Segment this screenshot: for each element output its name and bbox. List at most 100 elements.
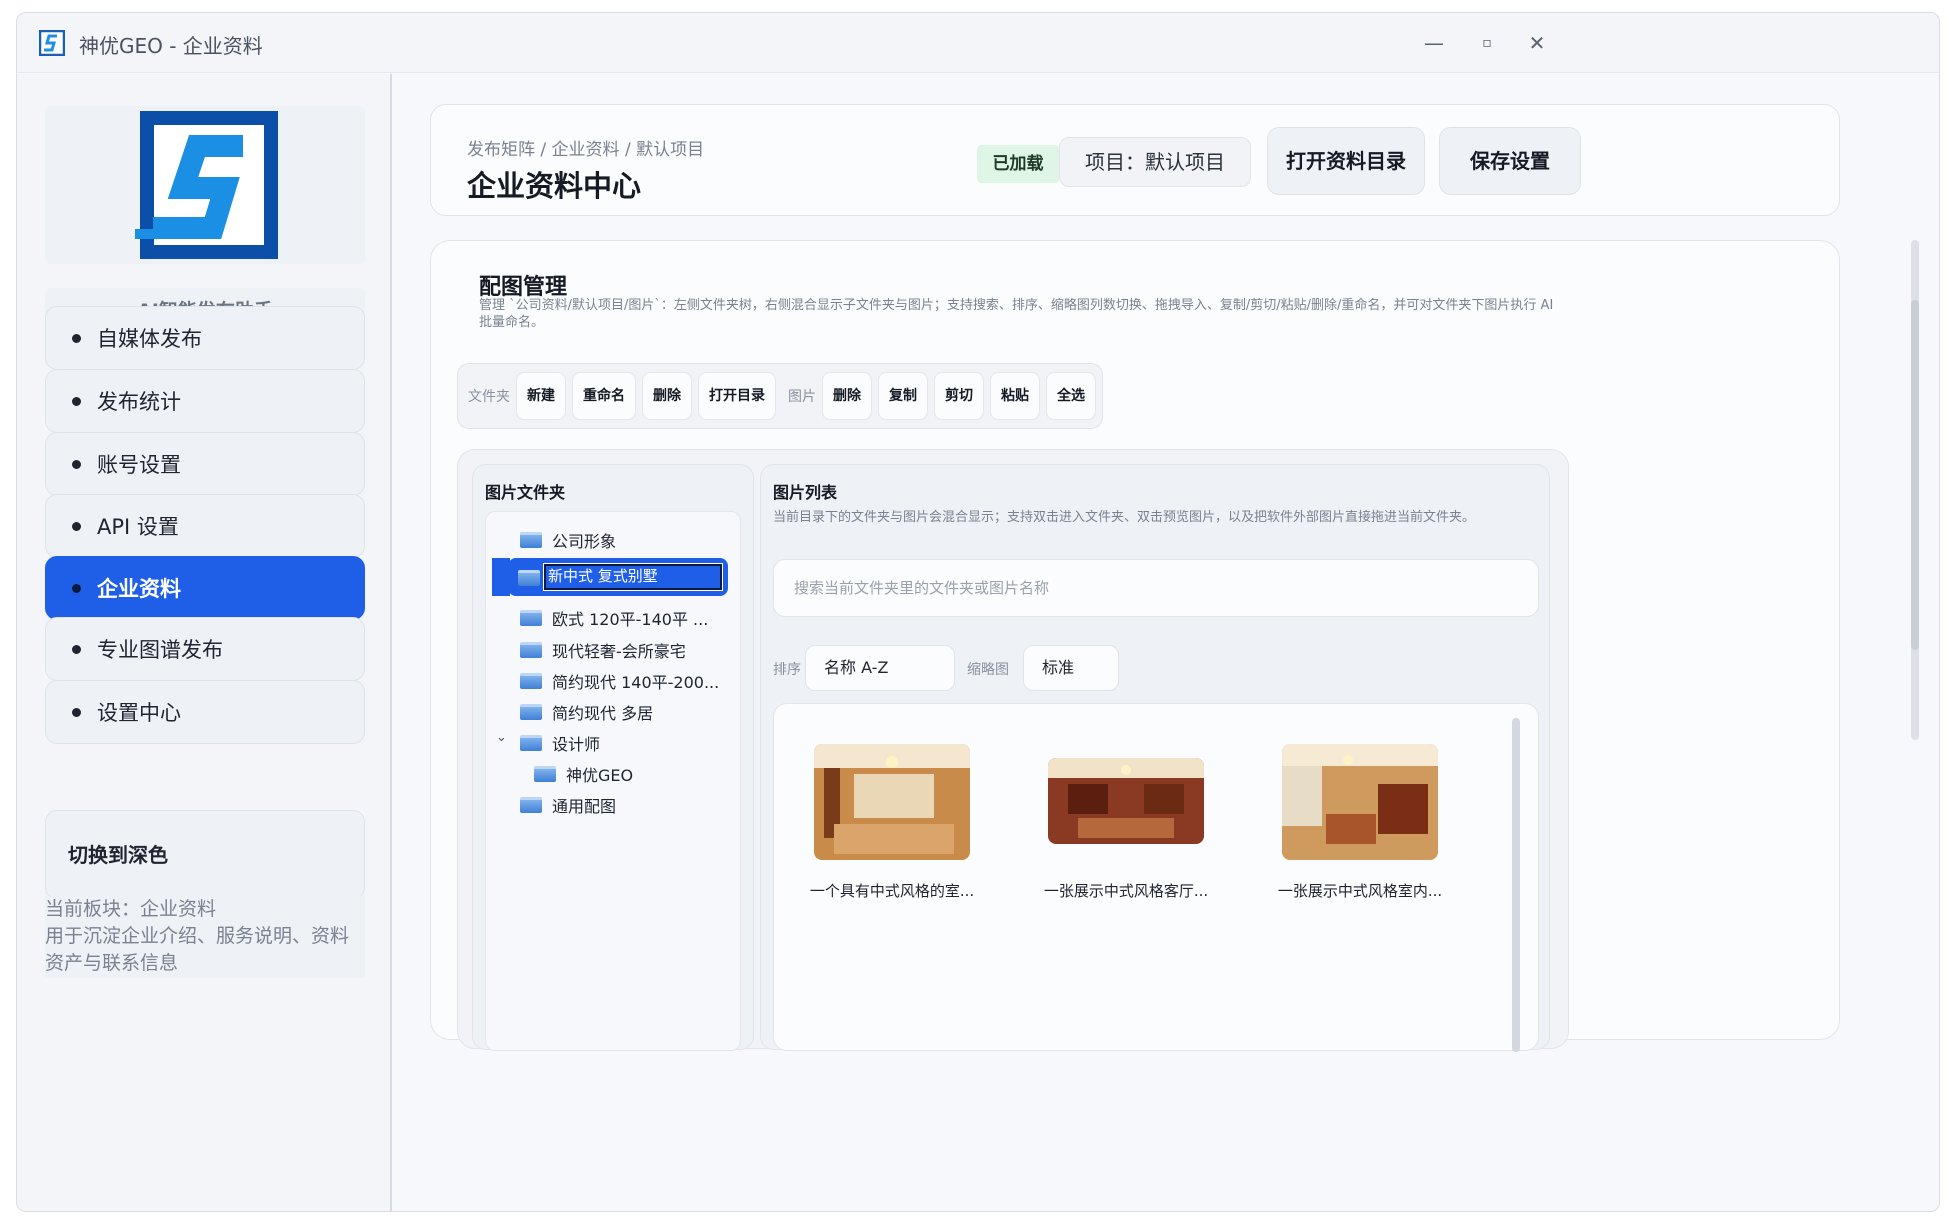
main-content: 发布矩阵 / 企业资料 / 默认项目 企业资料中心 已加载 项目：默认项目 打开… — [394, 74, 1939, 1211]
nav-item-graph-publish[interactable]: 专业图谱发布 — [45, 617, 365, 681]
save-settings-button[interactable]: 保存设置 — [1439, 127, 1581, 195]
project-selector[interactable]: 项目：默认项目 — [1059, 137, 1251, 187]
nav-item-account-settings[interactable]: 账号设置 — [45, 432, 365, 496]
folder-panel-title: 图片文件夹 — [485, 483, 566, 502]
tree-item-label: 简约现代 多居 — [552, 704, 654, 723]
folder-new-button[interactable]: 新建 — [516, 372, 566, 420]
folder-icon — [520, 610, 542, 626]
bullet-icon — [72, 644, 81, 654]
folder-icon — [534, 766, 556, 782]
folder-panel: 图片文件夹 公司形象 新中式 复式别墅 欧式 120平-140平 ... 现代轻… — [472, 464, 754, 1051]
status-badge: 已加载 — [977, 145, 1059, 183]
thumbnail-size-label: 缩略图 — [967, 662, 1009, 678]
maximize-button[interactable]: ▫ — [1467, 27, 1507, 59]
browser-card: 图片文件夹 公司形象 新中式 复式别墅 欧式 120平-140平 ... 现代轻… — [457, 449, 1569, 1052]
tree-item-label: 通用配图 — [552, 797, 617, 816]
folder-icon — [520, 673, 542, 689]
sort-label: 排序 — [773, 662, 801, 678]
nav-item-label: 自媒体发布 — [97, 327, 202, 351]
main-scrollbar-thumb[interactable] — [1911, 300, 1919, 650]
image-grid: 一个具有中式风格的室... 一张展示中式风格客厅... 一张展示中式风格室内..… — [773, 703, 1539, 1052]
folder-tree: 公司形象 新中式 复式别墅 欧式 120平-140平 ... 现代轻奢-会所豪宅… — [485, 511, 741, 1051]
tree-item-label: 神优GEO — [566, 766, 634, 785]
main-scrollbar[interactable] — [1911, 240, 1919, 740]
image-search-input[interactable] — [773, 559, 1539, 617]
module-info-current: 当前板块：企业资料 — [45, 898, 217, 920]
chevron-down-icon[interactable]: ⌄ — [496, 730, 507, 745]
minimize-button[interactable]: — — [1414, 27, 1454, 59]
folder-icon — [520, 704, 542, 720]
section-description: 管理 `公司资料/默认项目/图片`：左侧文件夹树，右侧混合显示子文件夹与图片；支… — [479, 298, 1554, 330]
image-grid-scrollbar[interactable] — [1512, 718, 1520, 1052]
folder-icon — [520, 532, 542, 548]
folder-open-dir-button[interactable]: 打开目录 — [698, 372, 776, 420]
window-title: 神优GEO - 企业资料 — [79, 34, 263, 58]
nav-item-label: 企业资料 — [97, 577, 181, 601]
nav-item-label: 设置中心 — [97, 701, 181, 725]
nav-item-api-settings[interactable]: API 设置 — [45, 494, 365, 558]
bullet-icon — [72, 707, 81, 717]
image-panel-title: 图片列表 — [773, 483, 838, 502]
breadcrumb: 发布矩阵 / 企业资料 / 默认项目 — [467, 140, 705, 160]
folder-icon — [520, 735, 542, 751]
folder-rename-button[interactable]: 重命名 — [572, 372, 636, 420]
folder-icon — [520, 797, 542, 813]
image-actions-label: 图片 — [788, 389, 816, 405]
tree-item-label: 简约现代 140平-200... — [552, 673, 720, 692]
theme-toggle-button[interactable]: 切换到深色 — [45, 810, 365, 900]
nav-item-media-publish[interactable]: 自媒体发布 — [45, 306, 365, 370]
nav-item-label: 发布统计 — [97, 390, 181, 414]
bullet-icon — [72, 396, 81, 406]
image-select-all-button[interactable]: 全选 — [1046, 372, 1096, 420]
bullet-icon — [72, 459, 81, 469]
image-thumbnail[interactable] — [814, 744, 970, 860]
sidebar: AI智能发布助手 自媒体发布 发布统计 账号设置 API 设置 企业资料 专业图… — [17, 74, 392, 1211]
image-delete-button[interactable]: 删除 — [822, 372, 872, 420]
image-caption: 一个具有中式风格的室... — [809, 882, 975, 900]
rename-input[interactable]: 新中式 复式别墅 — [543, 563, 723, 591]
image-caption: 一张展示中式风格室内... — [1277, 882, 1443, 900]
thumbnail-size-select[interactable]: 标准 — [1023, 645, 1119, 691]
image-paste-button[interactable]: 粘贴 — [990, 372, 1040, 420]
bullet-icon — [72, 333, 81, 343]
image-thumbnail[interactable] — [1282, 744, 1438, 860]
module-info: 当前板块：企业资料 用于沉淀企业介绍、服务说明、资料资产与联系信息 — [45, 896, 365, 978]
image-caption: 一张展示中式风格客厅... — [1043, 882, 1209, 900]
folder-actions-label: 文件夹 — [468, 389, 510, 405]
nav-item-settings-center[interactable]: 设置中心 — [45, 680, 365, 744]
folder-icon — [518, 570, 540, 586]
image-management-card: 配图管理 管理 `公司资料/默认项目/图片`：左侧文件夹树，右侧混合显示子文件夹… — [430, 240, 1840, 1052]
image-copy-button[interactable]: 复制 — [878, 372, 928, 420]
nav-item-label: 账号设置 — [97, 453, 181, 477]
brand-logo — [45, 106, 365, 264]
image-cut-button[interactable]: 剪切 — [934, 372, 984, 420]
bullet-icon — [72, 521, 81, 531]
header-card: 发布矩阵 / 企业资料 / 默认项目 企业资料中心 已加载 项目：默认项目 打开… — [430, 104, 1840, 216]
action-toolbar: 文件夹 新建 重命名 删除 打开目录 图片 删除 复制 剪切 粘贴 全选 — [457, 363, 1103, 429]
folder-icon — [520, 642, 542, 658]
folder-delete-button[interactable]: 删除 — [642, 372, 692, 420]
app-logo-icon — [39, 30, 65, 56]
image-thumbnail[interactable] — [1048, 758, 1204, 844]
brand-logo-icon — [135, 111, 278, 259]
module-info-description: 用于沉淀企业介绍、服务说明、资料资产与联系信息 — [45, 925, 350, 974]
tree-item-company-image[interactable]: 公司形象 — [520, 520, 616, 560]
tree-item-label: 设计师 — [552, 735, 601, 754]
title-bar: 神优GEO - 企业资料 — ▫ ✕ — [17, 13, 1939, 73]
tree-item-label: 现代轻奢-会所豪宅 — [552, 642, 686, 661]
open-data-dir-button[interactable]: 打开资料目录 — [1267, 127, 1425, 195]
sort-select[interactable]: 名称 A-Z — [805, 645, 955, 691]
nav-item-label: API 设置 — [97, 515, 179, 539]
image-panel: 图片列表 当前目录下的文件夹与图片会混合显示；支持双击进入文件夹、双击预览图片，… — [760, 464, 1550, 1052]
tree-item-new-chinese-villa[interactable]: 新中式 复式别墅 — [508, 558, 728, 596]
nav-item-label: 专业图谱发布 — [97, 638, 223, 662]
bullet-icon — [72, 583, 81, 593]
close-button[interactable]: ✕ — [1517, 27, 1557, 59]
tree-item-label: 公司形象 — [552, 532, 617, 551]
nav-item-company-profile[interactable]: 企业资料 — [45, 556, 365, 620]
tree-item-label: 欧式 120平-140平 ... — [552, 610, 709, 629]
tree-item-general-images[interactable]: 通用配图 — [520, 785, 616, 825]
page-title: 企业资料中心 — [467, 169, 642, 203]
nav-item-publish-stats[interactable]: 发布统计 — [45, 369, 365, 433]
image-panel-description: 当前目录下的文件夹与图片会混合显示；支持双击进入文件夹、双击预览图片，以及把软件… — [773, 510, 1476, 525]
